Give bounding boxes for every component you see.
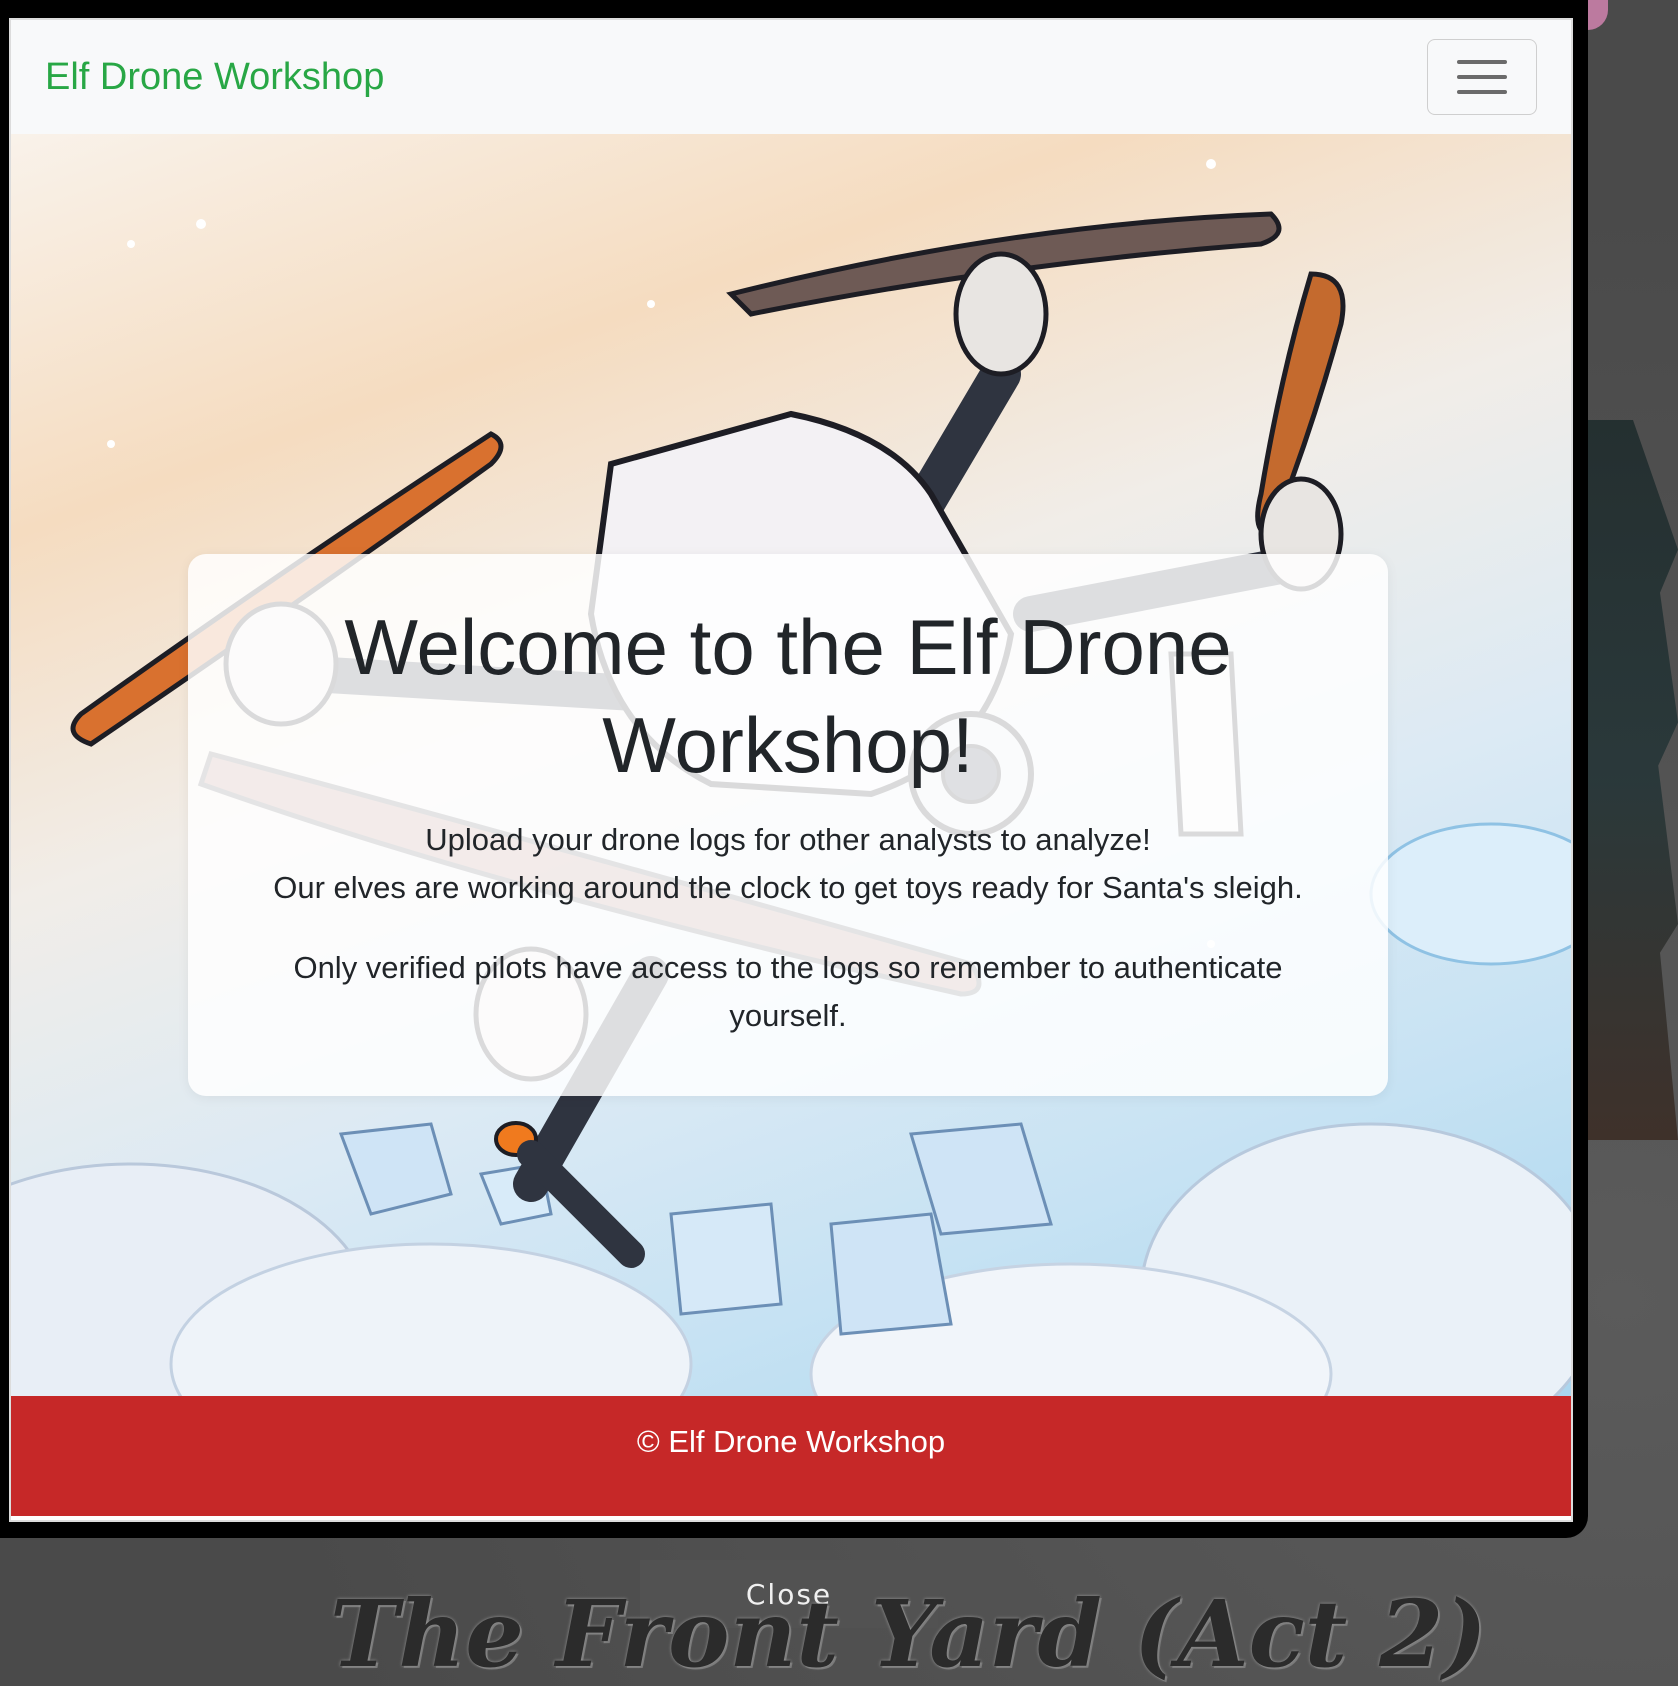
footer-copyright: © Elf Drone Workshop [636, 1424, 946, 1459]
game-screen: Elf Drone Workshop Welcome to the Elf Dr… [0, 0, 1678, 1686]
welcome-line-elves: Our elves are working around the clock t… [273, 870, 1303, 905]
modal-window: Elf Drone Workshop Welcome to the Elf Dr… [0, 0, 1588, 1538]
close-button[interactable]: Close [640, 1560, 938, 1628]
brand-link[interactable]: Elf Drone Workshop [45, 56, 384, 99]
navbar-toggler-button[interactable] [1427, 39, 1537, 115]
hamburger-menu-icon-line [1457, 90, 1507, 94]
hero-section: Welcome to the Elf Drone Workshop! Uploa… [11, 134, 1571, 1396]
welcome-line-upload: Upload your drone logs for other analyst… [425, 822, 1151, 857]
embedded-web-page: Elf Drone Workshop Welcome to the Elf Dr… [9, 18, 1573, 1522]
welcome-line-authenticate: Only verified pilots have access to the … [293, 950, 1283, 1033]
page-footer: © Elf Drone Workshop [11, 1396, 1571, 1516]
hamburger-menu-icon [1457, 60, 1507, 64]
welcome-card: Welcome to the Elf Drone Workshop! Uploa… [188, 554, 1388, 1096]
welcome-heading: Welcome to the Elf Drone Workshop! [344, 603, 1232, 789]
navbar: Elf Drone Workshop [11, 20, 1571, 134]
hamburger-menu-icon-line [1457, 75, 1507, 79]
